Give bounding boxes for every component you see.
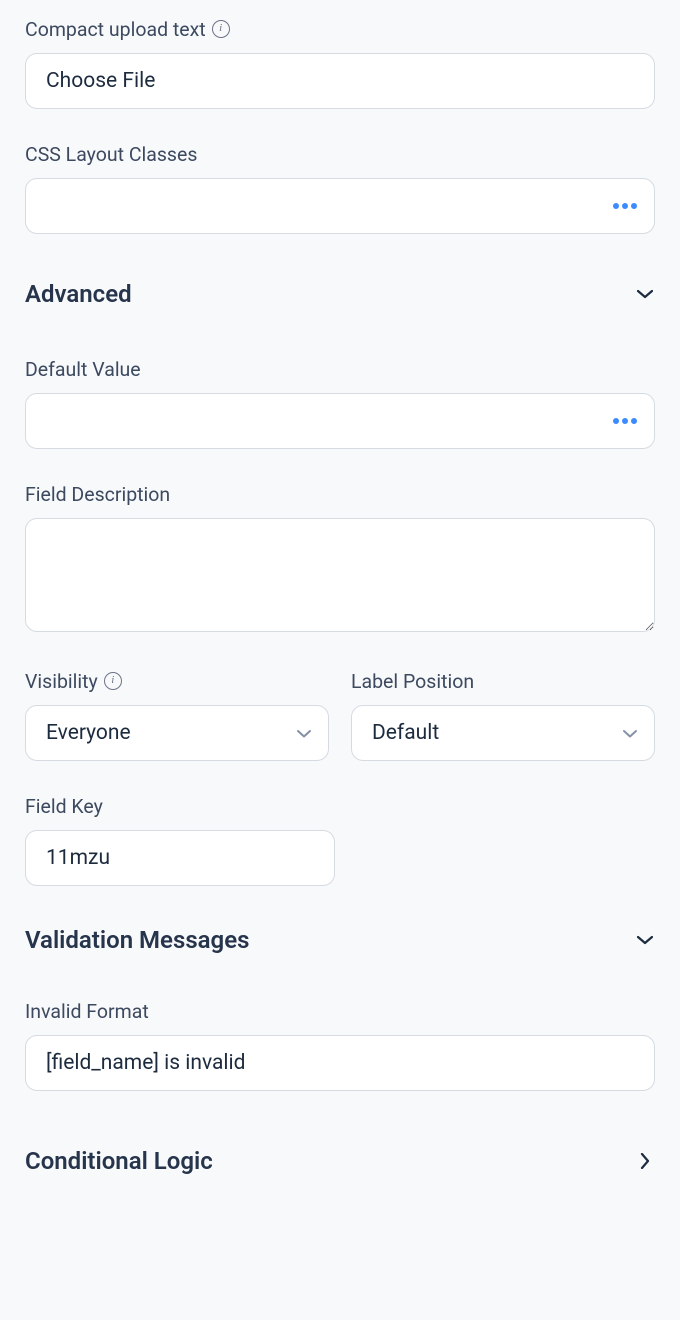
more-options-icon[interactable] <box>613 418 637 424</box>
label-position-select[interactable]: Default <box>351 705 655 761</box>
validation-section-title: Validation Messages <box>25 926 249 954</box>
field-description-input[interactable] <box>25 518 655 632</box>
default-value-input-wrapper <box>25 393 655 449</box>
label-position-label: Label Position <box>351 670 474 693</box>
default-value-field: Default Value <box>25 358 655 449</box>
visibility-select[interactable]: Everyone <box>25 705 329 761</box>
css-layout-label-row: CSS Layout Classes <box>25 143 655 166</box>
invalid-format-label: Invalid Format <box>25 1000 149 1023</box>
compact-upload-label-row: Compact upload text i <box>25 18 655 41</box>
css-layout-input[interactable] <box>25 178 655 234</box>
compact-upload-label: Compact upload text <box>25 18 206 41</box>
advanced-section-title: Advanced <box>25 280 132 308</box>
field-key-label: Field Key <box>25 795 103 818</box>
chevron-right-icon <box>635 1151 655 1171</box>
css-layout-field: CSS Layout Classes <box>25 143 655 234</box>
invalid-format-label-row: Invalid Format <box>25 1000 655 1023</box>
chevron-down-icon <box>635 930 655 950</box>
compact-upload-field: Compact upload text i <box>25 18 655 109</box>
field-key-input[interactable] <box>25 830 335 886</box>
compact-upload-input[interactable] <box>25 53 655 109</box>
default-value-input[interactable] <box>25 393 655 449</box>
more-options-icon[interactable] <box>613 203 637 209</box>
field-description-field: Field Description <box>25 483 655 636</box>
info-icon[interactable]: i <box>212 20 230 38</box>
validation-section-header[interactable]: Validation Messages <box>25 926 655 954</box>
default-value-label-row: Default Value <box>25 358 655 381</box>
css-layout-label: CSS Layout Classes <box>25 143 197 166</box>
label-position-select-wrapper: Default <box>351 705 655 761</box>
invalid-format-input[interactable] <box>25 1035 655 1091</box>
field-key-label-row: Field Key <box>25 795 655 818</box>
visibility-field: Visibility i Everyone <box>25 670 329 761</box>
label-position-label-row: Label Position <box>351 670 655 693</box>
conditional-section-header[interactable]: Conditional Logic <box>25 1147 655 1175</box>
field-description-label: Field Description <box>25 483 170 506</box>
visibility-label-row: Visibility i <box>25 670 329 693</box>
invalid-format-field: Invalid Format <box>25 1000 655 1091</box>
visibility-label: Visibility <box>25 670 98 693</box>
conditional-section-title: Conditional Logic <box>25 1147 213 1175</box>
visibility-labelpos-row: Visibility i Everyone Label Position Def… <box>25 670 655 761</box>
visibility-select-wrapper: Everyone <box>25 705 329 761</box>
css-layout-input-wrapper <box>25 178 655 234</box>
field-description-label-row: Field Description <box>25 483 655 506</box>
info-icon[interactable]: i <box>104 672 122 690</box>
chevron-down-icon <box>635 284 655 304</box>
label-position-field: Label Position Default <box>351 670 655 761</box>
default-value-label: Default Value <box>25 358 141 381</box>
advanced-section-header[interactable]: Advanced <box>25 280 655 308</box>
field-key-field: Field Key <box>25 795 655 886</box>
